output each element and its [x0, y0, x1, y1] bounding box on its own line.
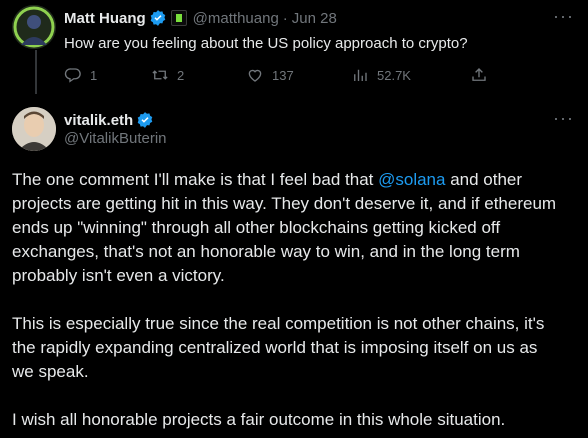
tweet2-body: The one comment I'll make is that I feel… [12, 168, 578, 432]
body-line: This is especially true since the real c… [12, 314, 545, 333]
thread-connector-line [35, 50, 37, 94]
tweet-date[interactable]: Jun 28 [292, 10, 337, 27]
more-options-icon[interactable]: ··· [553, 108, 574, 129]
verified-badge-icon [137, 112, 153, 128]
like-button[interactable]: 137 [246, 66, 294, 84]
author-name[interactable]: vitalik.eth [64, 112, 133, 129]
body-line: ends up "winning" through all other bloc… [12, 218, 501, 237]
body-line: we speak. [12, 362, 89, 381]
author-handle[interactable]: @VitalikButerin [64, 130, 167, 147]
like-count: 137 [272, 67, 294, 83]
avatar-matt-huang[interactable] [12, 5, 56, 49]
share-icon [472, 68, 486, 81]
more-options-icon[interactable]: ··· [553, 6, 574, 27]
body-line: projects are getting hit in this way. Th… [12, 194, 557, 213]
avatar-image [12, 107, 56, 151]
separator-dot: · [282, 9, 288, 27]
reply-button[interactable]: 1 [64, 66, 97, 84]
body-text: The one comment I'll make is that I feel… [12, 170, 379, 189]
author-name[interactable]: Matt Huang [64, 10, 146, 27]
body-line: The one comment I'll make is that I feel… [12, 168, 578, 192]
tweet2-header: vitalik.eth [64, 111, 154, 129]
views-chart-icon [354, 69, 367, 81]
body-line: the rapidly expanding centralized world … [12, 338, 538, 357]
retweet-icon [152, 70, 168, 80]
body-line: probably isn't even a victory. [12, 266, 225, 285]
verified-badge-icon [150, 10, 165, 26]
affiliate-badge-icon [170, 10, 187, 26]
body-line: exchanges, that's not an honorable way t… [12, 242, 520, 261]
tweet1-text: How are you feeling about the US policy … [64, 35, 468, 52]
mention-link[interactable]: @solana [378, 170, 445, 189]
body-text: and other [445, 170, 523, 189]
body-line: I wish all honorable projects a fair out… [12, 410, 506, 429]
heart-icon [248, 69, 262, 82]
tweet1-actions: 1 2 137 52.7K [64, 66, 494, 86]
reply-icon [64, 68, 81, 83]
views-count: 52.7K [377, 67, 411, 83]
share-button[interactable] [470, 66, 488, 84]
reply-count: 1 [90, 67, 98, 83]
retweet-count: 2 [177, 67, 185, 83]
author-handle[interactable]: @matthuang [193, 10, 279, 27]
views-button[interactable]: 52.7K [351, 66, 411, 84]
avatar-vitalik[interactable] [12, 107, 56, 151]
avatar-image [12, 5, 56, 49]
tweet1-header: Matt Huang @matthuang · Jun 28 [64, 9, 337, 27]
retweet-button[interactable]: 2 [151, 66, 184, 84]
